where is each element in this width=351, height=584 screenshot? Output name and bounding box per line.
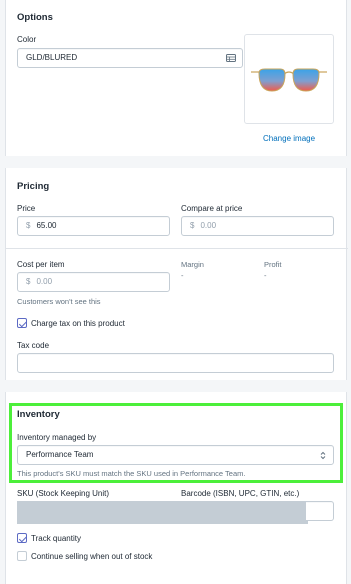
options-title: Options: [17, 12, 53, 23]
managed-by-label: Inventory managed by: [17, 433, 97, 442]
profit-label: Profit: [264, 260, 282, 269]
margin-value: -: [181, 271, 184, 280]
sunglasses-image: [251, 68, 327, 92]
continue-selling-checkbox[interactable]: [17, 551, 27, 561]
color-field[interactable]: GLD/BLURED: [17, 48, 243, 68]
compare-price-label: Compare at price: [181, 204, 243, 213]
profit-value: -: [264, 271, 267, 280]
cost-hint: Customers won't see this: [17, 297, 101, 306]
compare-price-input[interactable]: $0.00: [181, 216, 334, 236]
pricing-card: Pricing Price $65.00 Compare at price $0…: [5, 168, 348, 380]
inventory-card: Inventory Inventory managed by Performan…: [5, 392, 347, 584]
cost-input[interactable]: $0.00: [17, 272, 170, 292]
sku-label: SKU (Stock Keeping Unit): [17, 489, 110, 498]
sku-hint: This product's SKU must match the SKU us…: [17, 469, 246, 478]
charge-tax-checkbox[interactable]: [17, 318, 27, 328]
managed-by-select[interactable]: Performance Team: [17, 445, 334, 465]
margin-label: Margin: [181, 260, 204, 269]
barcode-label: Barcode (ISBN, UPC, GTIN, etc.): [181, 489, 300, 498]
track-quantity-checkbox[interactable]: [17, 533, 27, 543]
price-currency: $: [26, 221, 31, 230]
price-input[interactable]: $65.00: [17, 216, 170, 236]
pricing-title: Pricing: [17, 181, 50, 192]
cost-currency: $: [26, 277, 31, 286]
compare-placeholder: 0.00: [200, 221, 217, 230]
price-value: 65.00: [36, 221, 57, 230]
tax-code-label: Tax code: [17, 341, 50, 350]
options-card: Options Color GLD/BLURED Change image: [5, 0, 347, 156]
color-label: Color: [17, 35, 37, 44]
cost-placeholder: 0.00: [36, 277, 53, 286]
compare-currency: $: [190, 221, 195, 230]
tax-code-input[interactable]: [17, 353, 334, 373]
managed-by-value: Performance Team: [26, 450, 94, 459]
product-image-frame[interactable]: [244, 34, 334, 124]
price-label: Price: [17, 204, 36, 213]
cost-label: Cost per item: [17, 260, 65, 269]
color-value: GLD/BLURED: [26, 53, 78, 62]
table-icon[interactable]: [226, 54, 236, 62]
track-quantity-label[interactable]: Track quantity: [31, 534, 81, 543]
change-image-link[interactable]: Change image: [263, 134, 315, 143]
chevron-updown-icon: [320, 451, 326, 460]
inventory-title: Inventory: [17, 409, 60, 420]
sku-input[interactable]: [17, 501, 308, 524]
pricing-divider: [6, 248, 348, 249]
continue-selling-label[interactable]: Continue selling when out of stock: [31, 552, 152, 561]
charge-tax-label[interactable]: Charge tax on this product: [31, 319, 125, 328]
barcode-input[interactable]: [306, 501, 334, 521]
